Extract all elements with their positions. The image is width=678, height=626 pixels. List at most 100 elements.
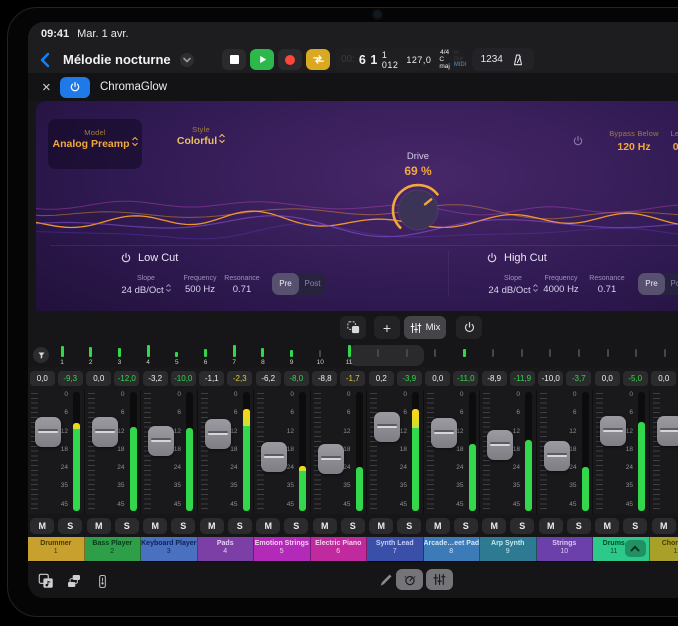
bridge-tick[interactable]: 6 [198, 344, 214, 367]
track-name-cell[interactable]: Arcade…eet Pad8 [424, 537, 481, 561]
solo-button[interactable]: S [58, 518, 82, 534]
volume-value[interactable]: -1,1 [199, 371, 224, 386]
track-name-cell[interactable]: Arp Synth9 [480, 537, 537, 561]
fader-handle[interactable] [600, 416, 626, 446]
volume-value[interactable]: 0,0 [425, 371, 450, 386]
pre-button[interactable]: Pre [638, 273, 665, 295]
track-name-cell[interactable]: Synth Lead7 [367, 537, 424, 561]
title-menu-button[interactable] [180, 53, 194, 67]
mute-button[interactable]: M [256, 518, 280, 534]
peak-value[interactable]: -12,0 [114, 371, 139, 386]
high-cut-resonance[interactable]: Resonance 0.71 [577, 275, 637, 295]
duplicate-button[interactable] [340, 316, 366, 339]
bridge-tick[interactable]: 1 [54, 344, 70, 367]
high-cut-power-icon[interactable] [486, 252, 498, 264]
mute-button[interactable]: M [200, 518, 224, 534]
bridge-tick[interactable] [628, 344, 644, 367]
fader-handle[interactable] [261, 442, 287, 472]
fader-handle[interactable] [318, 444, 344, 474]
stop-button[interactable] [222, 49, 246, 70]
track-name-cell[interactable]: Pads4 [198, 537, 255, 561]
low-cut-resonance[interactable]: Resonance 0.71 [212, 275, 272, 295]
volume-value[interactable]: 0,0 [651, 371, 676, 386]
track-name-cell[interactable]: Keyboard Player3 [141, 537, 198, 561]
bridge-tick[interactable] [657, 344, 673, 367]
knob-view-button[interactable] [396, 569, 423, 590]
solo-button[interactable]: S [341, 518, 365, 534]
plugin-power-button[interactable] [60, 77, 90, 98]
style-selector[interactable]: Style Colorful [160, 125, 242, 147]
solo-button[interactable]: S [171, 518, 195, 534]
peak-value[interactable]: -2,3 [227, 371, 252, 386]
project-title[interactable]: Mélodie nocturne [63, 52, 171, 67]
track-name-cell[interactable]: Emotion Strings5 [254, 537, 311, 561]
mute-button[interactable]: M [30, 518, 54, 534]
solo-button[interactable]: S [284, 518, 308, 534]
peak-value[interactable]: -3,7 [566, 371, 591, 386]
bridge-tick[interactable] [542, 344, 558, 367]
mute-button[interactable]: M [313, 518, 337, 534]
track-name-cell[interactable]: Bass Player2 [85, 537, 142, 561]
low-cut-power-icon[interactable] [120, 252, 132, 264]
volume-value[interactable]: 0,0 [30, 371, 55, 386]
mute-button[interactable]: M [539, 518, 563, 534]
filter-button[interactable] [33, 347, 49, 363]
bridge-tick[interactable]: 9 [284, 344, 300, 367]
play-button[interactable] [250, 49, 274, 70]
bridge-tick[interactable] [600, 344, 616, 367]
volume-value[interactable]: 0,2 [369, 371, 394, 386]
track-name-cell[interactable]: Drummer1 [28, 537, 85, 561]
post-button[interactable]: Post [665, 273, 678, 295]
bridge-tick[interactable] [427, 344, 443, 367]
peak-value[interactable]: -11,9 [510, 371, 535, 386]
mute-button[interactable]: M [595, 518, 619, 534]
bridge-tick[interactable]: 2 [83, 344, 99, 367]
bridge-tick[interactable] [571, 344, 587, 367]
solo-button[interactable]: S [510, 518, 534, 534]
loop-browser-button[interactable] [36, 571, 56, 591]
bridge-tick[interactable]: 8 [255, 344, 271, 367]
mute-button[interactable]: M [87, 518, 111, 534]
peak-value[interactable]: -10,0 [171, 371, 196, 386]
peak-value[interactable]: -11,0 [453, 371, 478, 386]
track-name-cell[interactable]: Strings10 [537, 537, 594, 561]
bridge-tick[interactable] [514, 344, 530, 367]
post-button[interactable]: Post [299, 273, 326, 295]
track-name-cell[interactable]: Drums11 [593, 537, 650, 561]
peak-value[interactable]: -8,0 [284, 371, 309, 386]
back-button[interactable] [38, 51, 54, 69]
mute-button[interactable]: M [143, 518, 167, 534]
fader-view-button[interactable] [426, 569, 453, 590]
solo-button[interactable]: S [115, 518, 139, 534]
bridge-tick[interactable] [370, 344, 386, 367]
solo-button[interactable]: S [397, 518, 421, 534]
cycle-button[interactable] [306, 49, 330, 70]
fader-handle[interactable] [544, 441, 570, 471]
bridge-tick[interactable]: 11 [341, 344, 357, 367]
bridge-tick[interactable]: 10 [312, 344, 328, 367]
pre-button[interactable]: Pre [272, 273, 299, 295]
bridge-tick[interactable]: 3 [111, 344, 127, 367]
volume-value[interactable]: 0,0 [595, 371, 620, 386]
fader-handle[interactable] [431, 418, 457, 448]
track-name-cell[interactable]: Electric Piano6 [311, 537, 368, 561]
volume-value[interactable]: -6,2 [256, 371, 281, 386]
mute-button[interactable]: M [426, 518, 450, 534]
peak-value[interactable]: -1,7 [340, 371, 365, 386]
browser-button[interactable] [64, 571, 84, 591]
add-track-button[interactable]: + [374, 316, 400, 339]
track-name-cell[interactable]: Chorus V12 [650, 537, 678, 561]
level-control[interactable]: Level 0.0 [640, 129, 678, 153]
volume-value[interactable]: -8,9 [482, 371, 507, 386]
peak-value[interactable]: -5,0 [623, 371, 648, 386]
mix-button[interactable]: Mix [404, 316, 446, 339]
record-button[interactable] [278, 49, 302, 70]
fader-handle[interactable] [374, 412, 400, 442]
mixer-power-button[interactable] [456, 316, 482, 339]
volume-value[interactable]: -10,0 [538, 371, 563, 386]
volume-value[interactable]: -3,2 [143, 371, 168, 386]
bridge-tick[interactable]: 5 [169, 344, 185, 367]
bridge-tick[interactable] [485, 344, 501, 367]
lcd-display[interactable]: 00: 6 1 1 012 127,0 4/4 C maj In Out MID… [336, 48, 464, 71]
fader-handle[interactable] [657, 416, 678, 446]
